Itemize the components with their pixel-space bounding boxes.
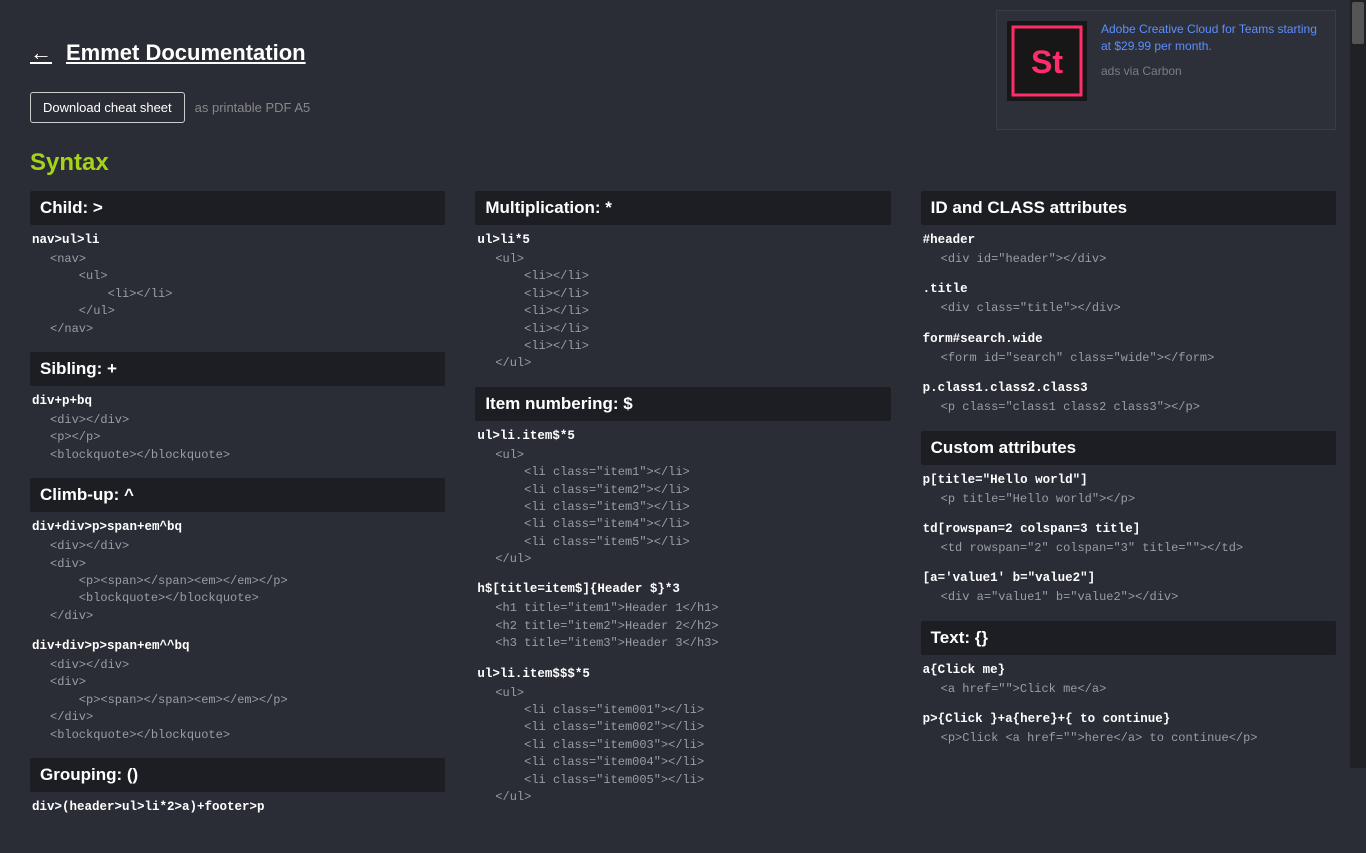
abbr: #header [923, 233, 1336, 247]
expansion: <div></div> <p></p> <blockquote></blockq… [32, 412, 445, 464]
expansion: <form id="search" class="wide"></form> [923, 350, 1336, 367]
abbr: p.class1.class2.class3 [923, 381, 1336, 395]
back-link-text: Emmet Documentation [66, 40, 306, 66]
heading-multiplication: Multiplication: * [475, 191, 890, 225]
heading-grouping: Grouping: () [30, 758, 445, 792]
heading-item-numbering: Item numbering: $ [475, 387, 890, 421]
heading-sibling: Sibling: + [30, 352, 445, 386]
abbr: .title [923, 282, 1336, 296]
back-to-docs-link[interactable]: ← Emmet Documentation [30, 40, 306, 66]
expansion: <td rowspan="2" colspan="3" title=""></t… [923, 540, 1336, 557]
abbr: div+div>p>span+em^bq [32, 520, 445, 534]
expansion: <div></div> <div> <p><span></span><em></… [32, 657, 445, 744]
expansion: <ul> <li class="item1"></li> <li class="… [477, 447, 890, 569]
abbr: ul>li*5 [477, 233, 890, 247]
carbon-ad[interactable]: St Adobe Creative Cloud for Teams starti… [996, 10, 1336, 130]
adobe-stock-icon: St [1007, 21, 1087, 101]
heading-custom-attrs: Custom attributes [921, 431, 1336, 465]
ad-link[interactable]: Adobe Creative Cloud for Teams starting … [1101, 21, 1321, 55]
expansion: <p title="Hello world"></p> [923, 491, 1336, 508]
expansion: <div a="value1" b="value2"></div> [923, 589, 1336, 606]
abbr: [a='value1' b="value2"] [923, 571, 1336, 585]
scrollbar-thumb[interactable] [1352, 2, 1364, 44]
column-2: Multiplication: * ul>li*5 <ul> <li></li>… [475, 191, 890, 820]
abbr: nav>ul>li [32, 233, 445, 247]
section-title-syntax: Syntax [30, 149, 1336, 177]
abbr: div>(header>ul>li*2>a)+footer>p [32, 800, 445, 814]
column-1: Child: > nav>ul>li <nav> <ul> <li></li> … [30, 191, 445, 828]
heading-id-class: ID and CLASS attributes [921, 191, 1336, 225]
abbr: form#search.wide [923, 332, 1336, 346]
expansion: <nav> <ul> <li></li> </ul> </nav> [32, 251, 445, 338]
abbr: ul>li.item$$$*5 [477, 667, 890, 681]
abbr: p[title="Hello world"] [923, 473, 1336, 487]
abbr: ul>li.item$*5 [477, 429, 890, 443]
expansion: <h1 title="item1">Header 1</h1> <h2 titl… [477, 600, 890, 652]
heading-child: Child: > [30, 191, 445, 225]
abbr: td[rowspan=2 colspan=3 title] [923, 522, 1336, 536]
expansion: <p class="class1 class2 class3"></p> [923, 399, 1336, 416]
column-3: ID and CLASS attributes #header <div id=… [921, 191, 1336, 762]
arrow-left-icon: ← [30, 40, 52, 66]
scrollbar[interactable] [1350, 0, 1366, 768]
expansion: <div id="header"></div> [923, 251, 1336, 268]
expansion: <ul> <li class="item001"></li> <li class… [477, 685, 890, 807]
abbr: p>{Click }+a{here}+{ to continue} [923, 712, 1336, 726]
abbr: div+p+bq [32, 394, 445, 408]
svg-text:St: St [1031, 44, 1063, 80]
download-cheatsheet-button[interactable]: Download cheat sheet [30, 92, 185, 123]
expansion: <div class="title"></div> [923, 300, 1336, 317]
expansion: <p>Click <a href="">here</a> to continue… [923, 730, 1336, 747]
abbr: div+div>p>span+em^^bq [32, 639, 445, 653]
abbr: a{Click me} [923, 663, 1336, 677]
heading-text: Text: {} [921, 621, 1336, 655]
download-note: as printable PDF A5 [195, 100, 311, 115]
expansion: <div></div> <div> <p><span></span><em></… [32, 538, 445, 625]
expansion: <a href="">Click me</a> [923, 681, 1336, 698]
abbr: h$[title=item$]{Header $}*3 [477, 582, 890, 596]
expansion: <ul> <li></li> <li></li> <li></li> <li><… [477, 251, 890, 373]
ad-attribution: ads via Carbon [1101, 64, 1182, 78]
heading-climbup: Climb-up: ^ [30, 478, 445, 512]
